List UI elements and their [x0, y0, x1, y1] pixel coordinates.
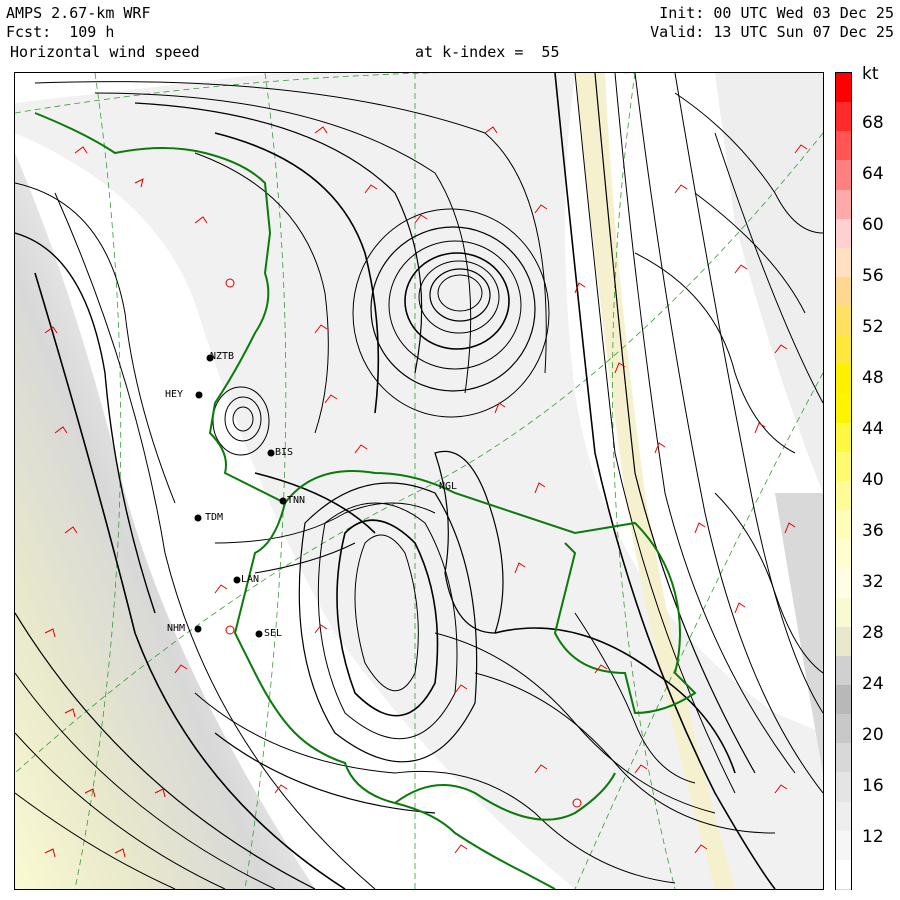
station-label-nhm: NHM — [167, 623, 186, 634]
wind-speed-map[interactable]: NZTB HEY BIS TDM LAN NHM SEL NGL TNN — [14, 72, 824, 890]
colorbar-tick-label: 28 — [862, 623, 884, 643]
model-title: AMPS 2.67-km WRF — [6, 4, 151, 22]
colorbar-segment — [836, 393, 851, 425]
colorbar-segment — [836, 772, 851, 804]
station-label-nztb: NZTB — [210, 351, 235, 362]
colorbar-segment — [836, 830, 851, 862]
colorbar-segment — [836, 568, 851, 600]
colorbar-tick-label: 24 — [862, 674, 884, 694]
colorbar-tick-label: 40 — [862, 470, 884, 490]
colorbar-segment — [836, 743, 851, 774]
colorbar-segment — [836, 131, 851, 162]
init-time: Init: 00 UTC Wed 03 Dec 25 — [659, 4, 894, 22]
colorbar-segment — [836, 859, 851, 891]
colorbar-segment — [836, 481, 851, 512]
colorbar-tick-label: 12 — [862, 827, 884, 847]
colorbar-segment — [836, 247, 851, 279]
colorbar-tick-label: 52 — [862, 317, 884, 337]
colorbar-segment — [836, 277, 851, 308]
colorbar-tick-label: 68 — [862, 113, 884, 133]
colorbar-segment — [836, 714, 851, 745]
colorbar-segment — [836, 422, 851, 454]
station-label-ngl: NGL — [439, 481, 458, 492]
colorbar-segment — [836, 626, 851, 658]
field-name: Horizontal wind speed — [10, 43, 200, 61]
colorbar-tick-label: 60 — [862, 215, 884, 235]
colorbar-tick-label: 56 — [862, 266, 884, 286]
colorbar-tick-label: 36 — [862, 521, 884, 541]
colorbar-segment — [836, 189, 851, 221]
valid-time: Valid: 13 UTC Sun 07 Dec 25 — [650, 23, 894, 41]
station-label-tnn: TNN — [287, 495, 306, 506]
level-label: at k-index = 55 — [415, 43, 560, 61]
colorbar-segment — [836, 655, 851, 687]
station-label-hey: HEY — [165, 389, 184, 400]
colorbar-segment — [836, 685, 851, 716]
colorbar-unit: kt — [862, 64, 879, 84]
station-label-bis: BIS — [275, 447, 294, 458]
colorbar-segment — [836, 597, 851, 629]
colorbar-tick-label: 32 — [862, 572, 884, 592]
colorbar-segment — [836, 335, 851, 366]
station-label-sel: SEL — [264, 628, 283, 639]
colorbar-tick-label: 48 — [862, 368, 884, 388]
colorbar-tick-label: 16 — [862, 776, 884, 796]
colorbar-segment — [836, 451, 851, 483]
wind-speed-colorbar — [835, 72, 852, 891]
forecast-hour: Fcst: 109 h — [6, 23, 115, 41]
colorbar-segment — [836, 364, 851, 396]
colorbar-segment — [836, 801, 851, 833]
colorbar-segment — [836, 510, 851, 541]
station-label-lan: LAN — [241, 574, 260, 585]
colorbar-tick-label: 20 — [862, 725, 884, 745]
colorbar-segment — [836, 102, 851, 133]
station-label-tdm: TDM — [205, 512, 224, 523]
colorbar-segment — [836, 218, 851, 250]
colorbar-segment — [836, 73, 851, 104]
colorbar-tick-label: 64 — [862, 164, 884, 184]
colorbar-segment — [836, 306, 851, 337]
colorbar-segment — [836, 539, 851, 570]
map-canvas — [15, 73, 823, 889]
colorbar-tick-label: 44 — [862, 419, 884, 439]
colorbar-segment — [836, 160, 851, 192]
